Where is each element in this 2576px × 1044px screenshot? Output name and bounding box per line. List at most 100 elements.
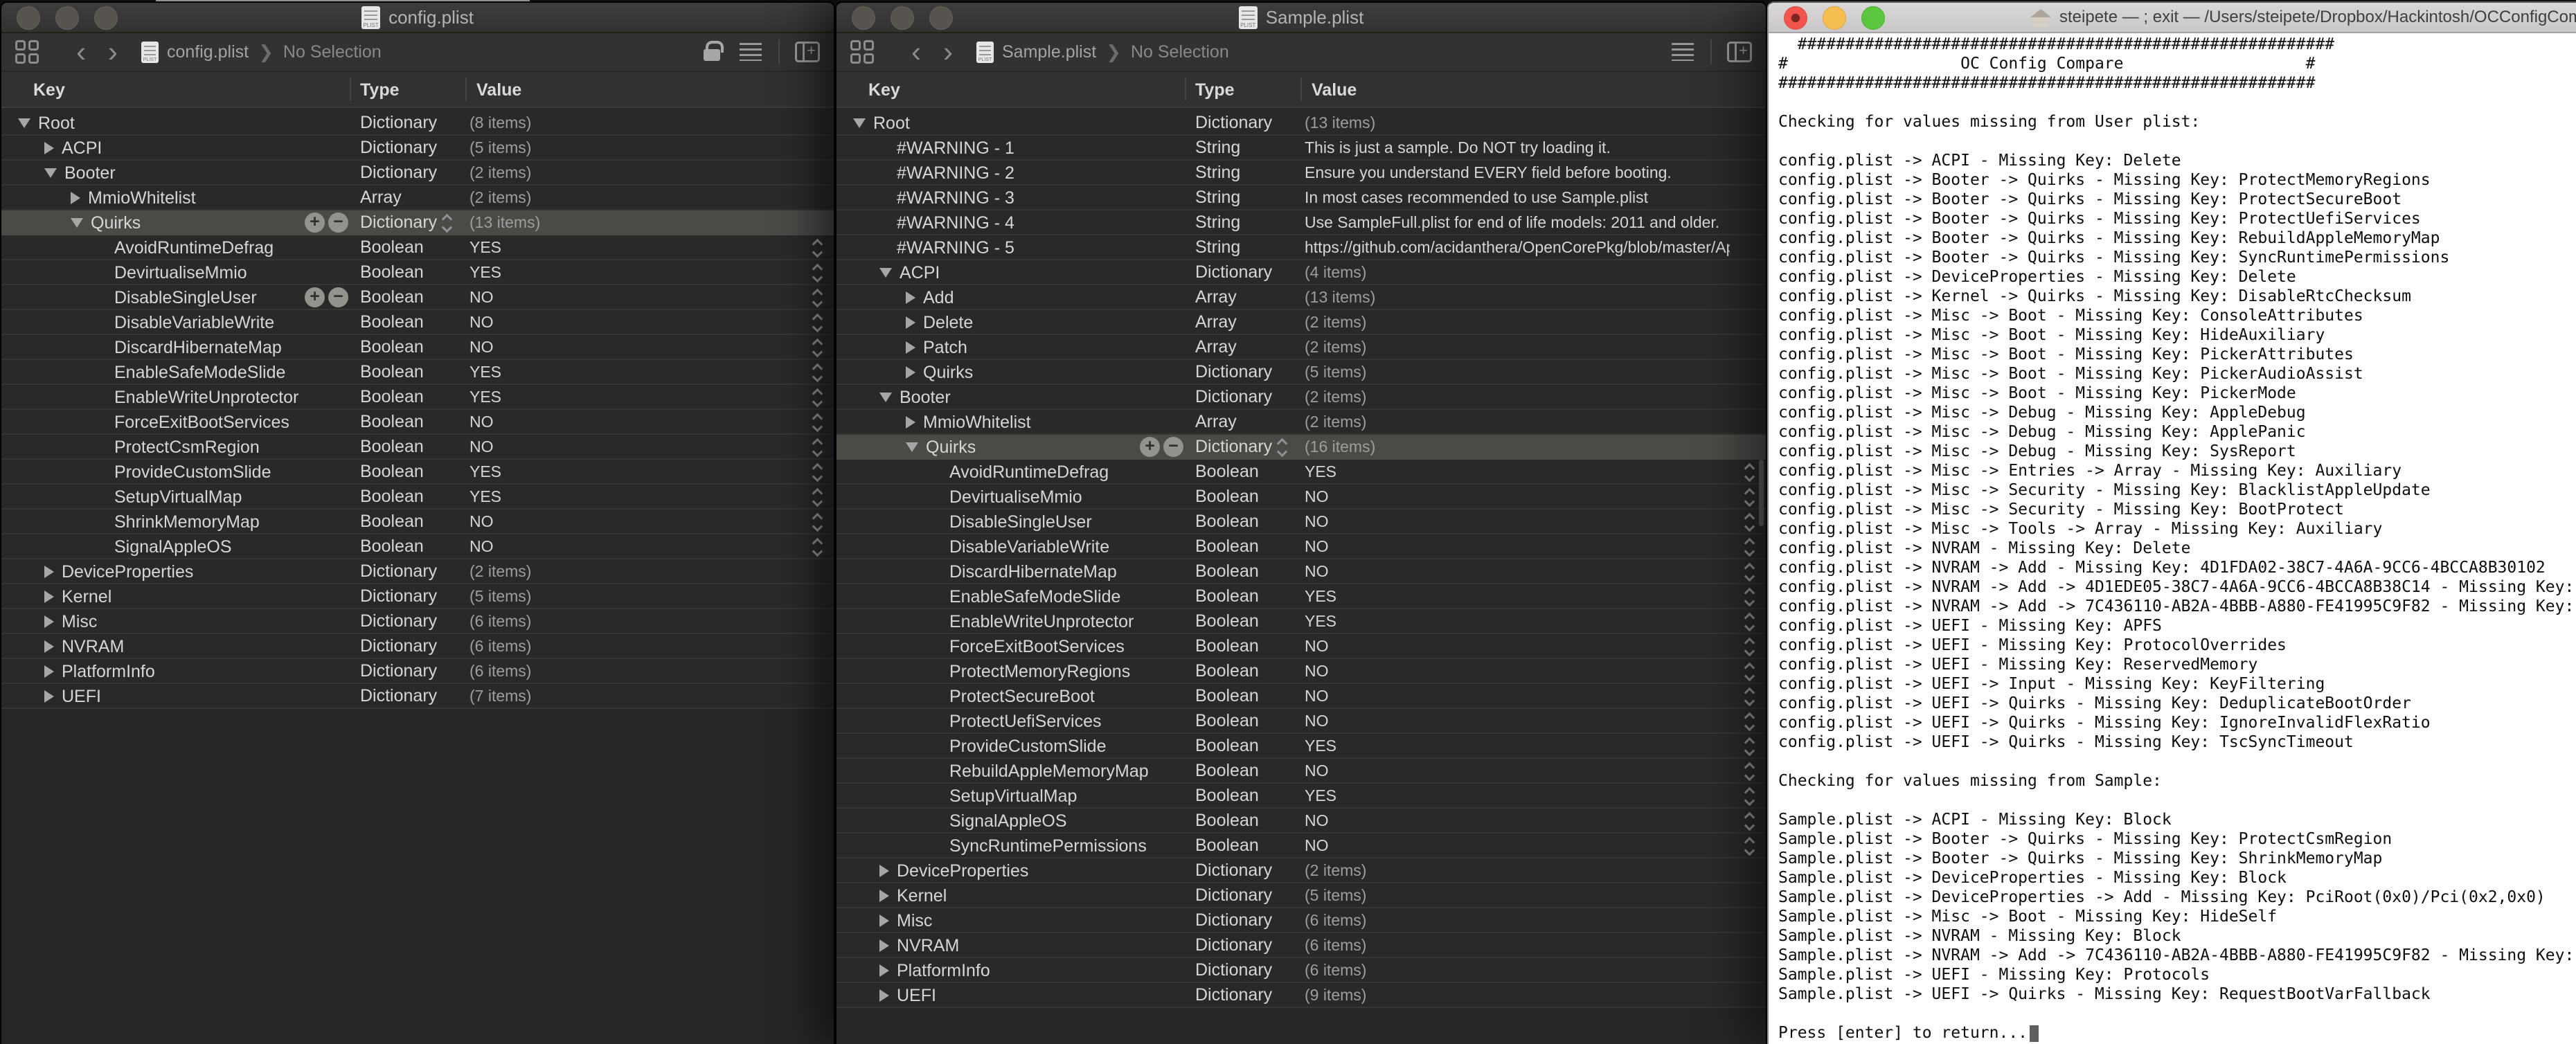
row-type-cell[interactable]: Array	[1190, 335, 1300, 360]
plist-row-disablesingleuser[interactable]: DisableSingleUser+−BooleanNO	[1, 285, 834, 310]
disclosure-triangle-icon[interactable]	[879, 989, 889, 1002]
row-value-cell[interactable]: NO	[469, 534, 798, 559]
adjust-editor-panel-icon[interactable]	[1727, 42, 1752, 62]
scrollbar-thumb[interactable]	[1759, 460, 1764, 526]
window-titlebar[interactable]: config.plist	[1, 3, 834, 33]
add-row-button[interactable]: +	[305, 213, 325, 233]
chevron-down-icon[interactable]	[1744, 595, 1755, 606]
plist-row-warning-1[interactable]: #WARNING - 1StringThis is just a sample.…	[837, 136, 1766, 161]
chevron-down-icon[interactable]	[812, 271, 823, 282]
row-value-cell[interactable]: YES	[1305, 460, 1730, 485]
chevron-down-icon[interactable]	[1744, 745, 1755, 756]
plist-row-warning-4[interactable]: #WARNING - 4StringUse SampleFull.plist f…	[837, 210, 1766, 235]
chevron-down-icon[interactable]	[1744, 695, 1755, 706]
row-type-cell[interactable]: String	[1190, 136, 1300, 161]
row-type-cell[interactable]: Boolean	[355, 410, 465, 435]
row-type-cell[interactable]: Dictionary	[1190, 360, 1300, 385]
value-stepper[interactable]	[1746, 485, 1753, 510]
row-type-cell[interactable]: Boolean	[355, 534, 465, 559]
value-stepper[interactable]	[814, 285, 821, 310]
row-type-cell[interactable]: String	[1190, 161, 1300, 186]
value-stepper[interactable]	[814, 460, 821, 485]
row-type-cell[interactable]: Dictionary	[355, 111, 465, 136]
plist-row-kernel[interactable]: KernelDictionary(5 items)	[837, 883, 1766, 908]
plist-row-misc[interactable]: MiscDictionary(6 items)	[837, 908, 1766, 933]
row-value-cell[interactable]: NO	[1305, 534, 1730, 559]
chevron-down-icon[interactable]	[1744, 770, 1755, 781]
row-type-cell[interactable]: Boolean	[1190, 584, 1300, 609]
row-value-cell[interactable]: YES	[469, 360, 798, 385]
row-type-cell[interactable]: Dictionary	[355, 136, 465, 161]
row-type-cell[interactable]: String	[1190, 235, 1300, 260]
chevron-down-icon[interactable]	[812, 546, 823, 557]
minimize-button[interactable]	[55, 6, 79, 30]
disclosure-triangle-icon[interactable]	[44, 665, 54, 678]
row-type-cell[interactable]: Dictionary	[355, 684, 465, 709]
row-type-cell[interactable]: Boolean	[1190, 684, 1300, 709]
row-value-cell[interactable]: NO	[469, 310, 798, 335]
add-row-button[interactable]: +	[305, 287, 325, 307]
row-type-cell[interactable]: Array	[355, 186, 465, 210]
chevron-down-icon[interactable]	[1744, 670, 1755, 681]
plist-row-providecustomslide[interactable]: ProvideCustomSlideBooleanYES	[837, 734, 1766, 759]
row-type-cell[interactable]: Boolean	[355, 260, 465, 285]
row-type-cell[interactable]: Boolean	[1190, 834, 1300, 858]
breadcrumb-file[interactable]: Sample.plist	[1002, 42, 1096, 62]
value-stepper[interactable]	[1746, 809, 1753, 834]
disclosure-triangle-icon[interactable]	[906, 442, 918, 452]
row-type-cell[interactable]: Dictionary	[355, 634, 465, 659]
value-stepper[interactable]	[814, 410, 821, 435]
plist-row-discardhibernatemap[interactable]: DiscardHibernateMapBooleanNO	[837, 559, 1766, 584]
row-value-cell[interactable]: NO	[469, 410, 798, 435]
plist-row-uefi[interactable]: UEFIDictionary(9 items)	[837, 983, 1766, 1008]
row-type-cell[interactable]: Boolean	[355, 435, 465, 460]
plist-row-shrinkmemorymap[interactable]: ShrinkMemoryMapBooleanNO	[1, 510, 834, 534]
row-type-cell[interactable]: Boolean	[355, 360, 465, 385]
plist-row-mmiowhitelist[interactable]: MmioWhitelistArray(2 items)	[837, 410, 1766, 435]
value-stepper[interactable]	[814, 310, 821, 335]
row-type-cell[interactable]: Boolean	[1190, 809, 1300, 834]
value-stepper[interactable]	[1746, 534, 1753, 559]
value-stepper[interactable]	[814, 335, 821, 360]
row-type-cell[interactable]: Boolean	[1190, 634, 1300, 659]
column-separator[interactable]	[350, 78, 351, 101]
row-type-cell[interactable]: String	[1190, 186, 1300, 210]
row-value-cell[interactable]: NO	[469, 510, 798, 534]
chevron-down-icon[interactable]	[812, 496, 823, 507]
row-type-cell[interactable]: Boolean	[1190, 460, 1300, 485]
disclosure-triangle-icon[interactable]	[44, 640, 54, 653]
breadcrumb-file[interactable]: config.plist	[167, 42, 249, 62]
plist-row-warning-2[interactable]: #WARNING - 2StringEnsure you understand …	[837, 161, 1766, 186]
chevron-down-icon[interactable]	[812, 346, 823, 357]
adjust-editor-panel-icon[interactable]	[795, 42, 820, 62]
row-value-cell[interactable]: YES	[1305, 784, 1730, 809]
value-stepper[interactable]	[1746, 460, 1753, 485]
row-type-cell[interactable]: Boolean	[1190, 734, 1300, 759]
row-type-cell[interactable]: Boolean	[1190, 659, 1300, 684]
value-stepper[interactable]	[1746, 510, 1753, 534]
row-type-cell[interactable]: Boolean	[1190, 534, 1300, 559]
plist-row-booter[interactable]: BooterDictionary(2 items)	[1, 161, 834, 186]
plist-row-forceexitbootservices[interactable]: ForceExitBootServicesBooleanNO	[1, 410, 834, 435]
disclosure-triangle-icon[interactable]	[44, 168, 57, 178]
forward-chevron-icon[interactable]: ›	[97, 38, 129, 66]
row-type-cell[interactable]: Boolean	[1190, 784, 1300, 809]
chevron-down-icon[interactable]	[812, 321, 823, 332]
minimize-button[interactable]	[1823, 6, 1846, 30]
row-value-cell[interactable]: NO	[1305, 759, 1730, 784]
value-stepper[interactable]	[814, 260, 821, 285]
disclosure-triangle-icon[interactable]	[44, 142, 54, 154]
zoom-button[interactable]	[929, 6, 953, 30]
row-type-cell[interactable]: Boolean	[1190, 609, 1300, 634]
row-value-cell[interactable]: YES	[469, 485, 798, 510]
plist-row-delete[interactable]: DeleteArray(2 items)	[837, 310, 1766, 335]
chevron-down-icon[interactable]	[812, 371, 823, 382]
value-stepper[interactable]	[1746, 709, 1753, 734]
value-stepper[interactable]	[1746, 634, 1753, 659]
row-type-cell[interactable]: Boolean	[355, 485, 465, 510]
value-stepper[interactable]	[814, 510, 821, 534]
plist-row-nvram[interactable]: NVRAMDictionary(6 items)	[837, 933, 1766, 958]
row-value-cell[interactable]: YES	[469, 235, 798, 260]
row-type-cell[interactable]: Dictionary	[355, 161, 465, 186]
disclosure-triangle-icon[interactable]	[71, 192, 80, 204]
